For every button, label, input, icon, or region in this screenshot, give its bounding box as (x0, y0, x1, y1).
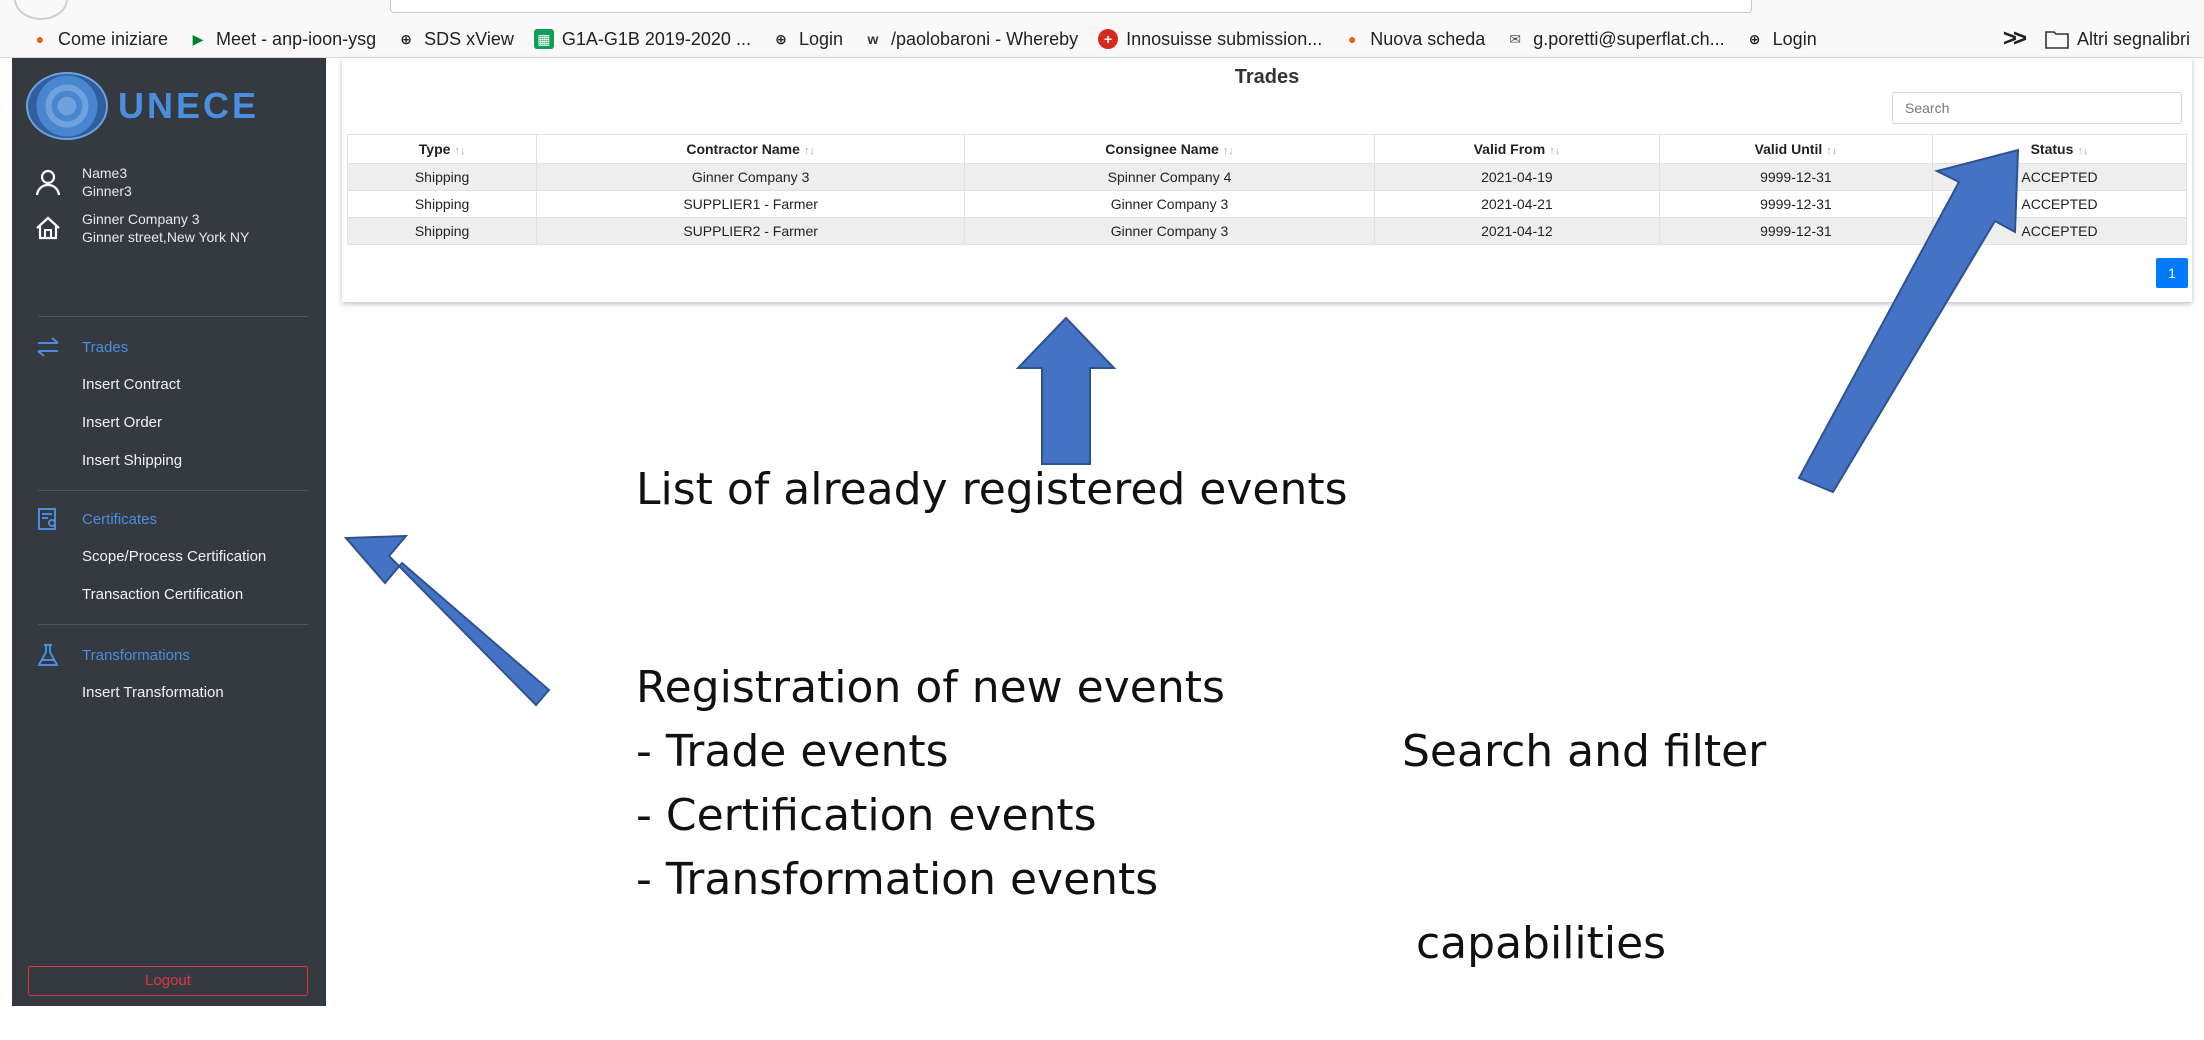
annotation-search: Search and filter capabilities (1402, 592, 1766, 1040)
annotation-line: - Transformation events (636, 854, 1159, 905)
annotation-arrow-sidebar (343, 534, 551, 707)
annotation-list-label: List of already registered events (636, 464, 1348, 515)
annotation-line: Registration of new events (636, 662, 1225, 713)
annotation-line: - Certification events (636, 790, 1097, 841)
annotation-registration: Registration of new events - Trade event… (636, 656, 1225, 912)
annotation-arrow-search (1797, 148, 2020, 494)
annotation-arrow-up (1015, 316, 1117, 465)
annotation-line: capabilities (1402, 918, 1667, 969)
annotation-line: Search and filter (1402, 726, 1767, 777)
annotation-line: - Trade events (636, 726, 949, 777)
